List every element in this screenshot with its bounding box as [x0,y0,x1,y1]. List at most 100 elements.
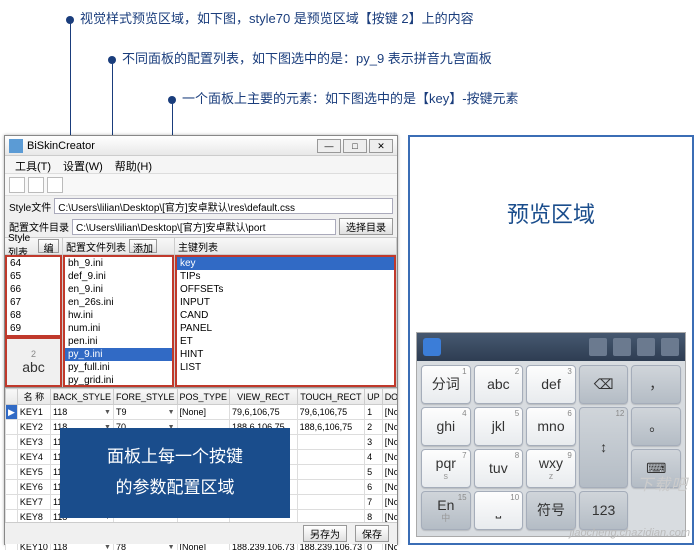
keyboard-key[interactable]: 2abc [474,365,524,404]
minimize-button[interactable]: — [317,139,341,153]
config-list-item[interactable]: py_9.ini [65,348,172,361]
add-button[interactable]: 添加 [129,239,157,253]
table-cell[interactable]: KEY5 [17,465,50,480]
key-listbox[interactable]: keyTIPsOFFSETsINPUTCANDPANELETHINTLIST [175,255,396,387]
keyboard-key[interactable]: 5jkl [474,407,524,446]
config-list-item[interactable]: hw.ini [65,309,172,322]
table-cell[interactable]: KEY6 [17,480,50,495]
table-cell[interactable]: T9▼ [113,405,177,420]
table-cell[interactable]: [None] [382,480,397,495]
menu-settings[interactable]: 设置(W) [57,156,109,173]
table-header[interactable]: UP [365,389,383,405]
table-cell[interactable]: 188,6,106,75 [297,420,365,435]
table-cell[interactable]: KEY7 [17,495,50,510]
table-header[interactable] [6,389,18,405]
key-list-item[interactable]: INPUT [177,296,394,309]
keyboard-key[interactable]: 9wxyz [526,449,576,488]
table-header[interactable]: FORE_STYLE [113,389,177,405]
table-cell[interactable] [6,495,18,510]
table-header[interactable]: BACK_STYLE [50,389,113,405]
maximize-button[interactable]: □ [343,139,367,153]
table-cell[interactable] [6,465,18,480]
key-list-item[interactable]: key [177,257,394,270]
table-cell[interactable]: 7 [365,495,383,510]
tool-icon[interactable] [28,177,44,193]
style-file-input[interactable] [54,198,393,214]
table-cell[interactable]: [None] [382,465,397,480]
table-cell[interactable]: [None] [382,420,397,435]
config-list-item[interactable]: num.ini [65,322,172,335]
config-list-item[interactable]: pen.ini [65,335,172,348]
table-cell[interactable]: 1 [365,405,383,420]
config-list-item[interactable]: py_grid.ini [65,374,172,387]
keyboard-key[interactable]: 4ghi [421,407,471,446]
close-button[interactable]: ✕ [369,139,393,153]
table-cell[interactable] [297,450,365,465]
table-cell[interactable]: [None] [177,405,230,420]
table-cell[interactable] [6,450,18,465]
config-listbox[interactable]: bh_9.inidef_9.inien_9.inien_26s.inihw.in… [63,255,174,387]
keyboard-key[interactable]: 123 [579,491,629,530]
table-row[interactable]: ▶KEY1118▼T9▼[None]79,6,106,7579,6,106,75… [6,405,398,420]
keyboard-key[interactable]: 1分词 [421,365,471,404]
table-cell[interactable] [297,465,365,480]
table-cell[interactable]: 2 [365,420,383,435]
config-list-item[interactable]: py_full.ini [65,361,172,374]
menu-tools[interactable]: 工具(T) [9,156,57,173]
keyboard-key[interactable]: 3def [526,365,576,404]
style-list-item[interactable]: 65 [7,270,60,283]
kb-close-icon[interactable] [661,338,679,356]
table-header[interactable]: VIEW_RECT [230,389,298,405]
table-cell[interactable] [297,480,365,495]
key-list-item[interactable]: TIPs [177,270,394,283]
table-cell[interactable]: [None] [382,495,397,510]
table-cell[interactable]: 3 [365,435,383,450]
keyboard-key[interactable]: ， [631,365,681,404]
config-list-item[interactable]: def_9.ini [65,270,172,283]
edit-button[interactable]: 编辑 [38,239,59,253]
table-cell[interactable]: 118▼ [50,405,113,420]
table-cell[interactable]: 5 [365,465,383,480]
style-list-item[interactable]: 69 [7,322,60,335]
table-cell[interactable]: KEY1 [17,405,50,420]
menu-help[interactable]: 帮助(H) [109,156,158,173]
table-cell[interactable]: KEY3 [17,435,50,450]
table-cell[interactable]: [None] [382,450,397,465]
table-header[interactable]: 名 称 [17,389,50,405]
keyboard-key[interactable]: 8tuv [474,449,524,488]
table-cell[interactable]: [None] [382,405,397,420]
table-header[interactable]: TOUCH_RECT [297,389,365,405]
table-cell[interactable] [6,480,18,495]
table-cell[interactable]: KEY2 [17,420,50,435]
config-list-item[interactable]: en_26s.ini [65,296,172,309]
select-dir-button[interactable]: 选择目录 [339,218,393,235]
style-listbox[interactable]: 64656667686970717273 [5,255,62,337]
kb-tool-icon[interactable] [589,338,607,356]
table-cell[interactable] [6,435,18,450]
save-button[interactable]: 保存 [355,525,389,542]
table-cell[interactable]: ▶ [6,405,18,420]
style-list-item[interactable]: 64 [7,257,60,270]
config-list-item[interactable]: en_9.ini [65,283,172,296]
tool-icon[interactable] [9,177,25,193]
kb-tool-icon[interactable] [613,338,631,356]
key-list-item[interactable]: LIST [177,361,394,374]
key-list-item[interactable]: PANEL [177,322,394,335]
keyboard-key[interactable]: 。 [631,407,681,446]
cfg-dir-input[interactable] [72,219,336,235]
key-list-item[interactable]: HINT [177,348,394,361]
table-cell[interactable] [297,435,365,450]
key-list-item[interactable]: ET [177,335,394,348]
key-list-item[interactable]: CAND [177,309,394,322]
config-list-item[interactable]: bh_9.ini [65,257,172,270]
style-list-item[interactable]: 66 [7,283,60,296]
key-list-item[interactable]: OFFSETs [177,283,394,296]
table-cell[interactable]: 4 [365,450,383,465]
table-cell[interactable] [297,495,365,510]
table-cell[interactable]: 6 [365,480,383,495]
style-list-item[interactable]: 68 [7,309,60,322]
table-cell[interactable]: 79,6,106,75 [230,405,298,420]
keyboard-key[interactable]: ⌫ [579,365,629,404]
baidu-logo-icon[interactable] [423,338,441,356]
table-header[interactable]: POS_TYPE [177,389,230,405]
